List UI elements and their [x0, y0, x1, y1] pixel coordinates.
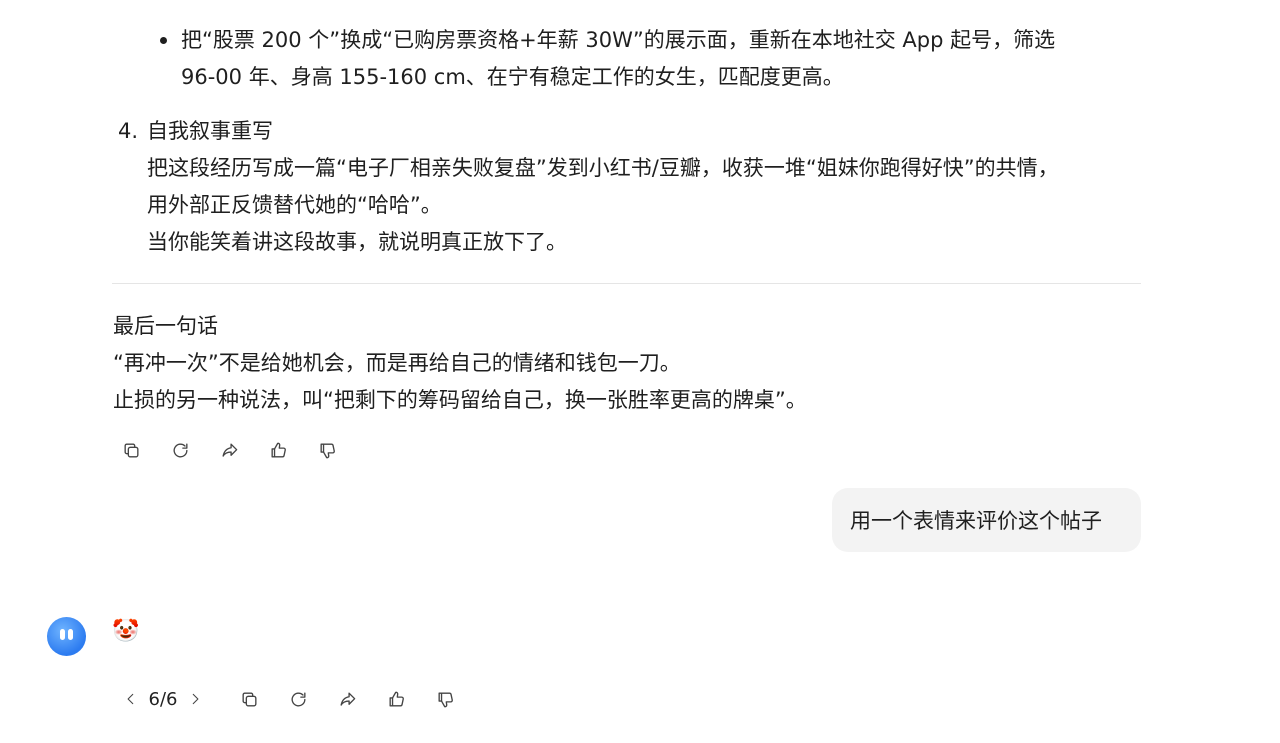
divider — [112, 283, 1141, 284]
list-item-line-2: 用外部正反馈替代她的“哈哈”。 — [147, 193, 442, 217]
share-button[interactable] — [323, 682, 372, 716]
refresh-icon — [173, 442, 188, 457]
message-actions-toolbar — [107, 433, 352, 467]
dislike-button[interactable] — [303, 433, 352, 467]
copy-icon — [242, 691, 257, 707]
avatar-eye-right — [68, 629, 73, 640]
share-icon — [340, 691, 356, 706]
chevron-right-icon — [192, 693, 199, 705]
closing-line-1: “再冲一次”不是给她机会，而是再给自己的情绪和钱包一刀。 — [113, 351, 681, 375]
user-message-text: 用一个表情来评价这个帖子 — [850, 509, 1102, 533]
regenerate-button[interactable] — [274, 682, 323, 716]
dislike-button[interactable] — [421, 682, 470, 716]
thumbs-up-icon — [271, 442, 286, 458]
chevron-left-icon — [127, 693, 134, 705]
response-pager: 6/6 — [119, 682, 207, 716]
next-response-button[interactable] — [183, 682, 207, 716]
copy-button[interactable] — [225, 682, 274, 716]
copy-icon — [124, 442, 139, 458]
closing-title: 最后一句话 — [113, 314, 218, 338]
closing-line-2: 止损的另一种说法，叫“把剩下的筹码留给自己，换一张胜率更高的牌桌”。 — [113, 388, 807, 412]
list-item-title: 自我叙事重写 — [147, 119, 273, 143]
list-item-line-1: 把这段经历写成一篇“电子厂相亲失败复盘”发到小红书/豆瓣，收获一堆“姐妹你跑得好… — [147, 156, 1059, 180]
refresh-icon — [291, 691, 306, 706]
bullet-text-line-1: 把“股票 200 个”换成“已购房票资格+年薪 30W”的展示面，重新在本地社交… — [181, 28, 1056, 52]
thumbs-up-icon — [389, 691, 404, 707]
user-message-bubble: 用一个表情来评价这个帖子 — [832, 488, 1141, 552]
share-icon — [222, 442, 238, 457]
list-number: 4. — [118, 119, 139, 143]
chat-transcript: 把“股票 200 个”换成“已购房票资格+年薪 30W”的展示面，重新在本地社交… — [0, 0, 1280, 743]
copy-button[interactable] — [107, 433, 156, 467]
assistant-avatar — [47, 617, 86, 656]
regenerate-button[interactable] — [156, 433, 205, 467]
like-button[interactable] — [372, 682, 421, 716]
list-item-line-3: 当你能笑着讲这段故事，就说明真正放下了。 — [147, 230, 567, 254]
response-page-count: 6/6 — [148, 688, 178, 710]
avatar-eye-left — [60, 629, 65, 640]
thumbs-down-icon — [320, 442, 335, 458]
assistant-reply-emoji: 🤡 — [112, 619, 140, 644]
like-button[interactable] — [254, 433, 303, 467]
bullet-text-line-2: 96-00 年、身高 155-160 cm、在宁有稳定工作的女生，匹配度更高。 — [181, 65, 844, 89]
previous-response-button[interactable] — [119, 682, 143, 716]
bullet-dot — [160, 37, 167, 44]
thumbs-down-icon — [438, 691, 453, 707]
reply-actions-toolbar: 6/6 — [119, 682, 470, 716]
share-button[interactable] — [205, 433, 254, 467]
